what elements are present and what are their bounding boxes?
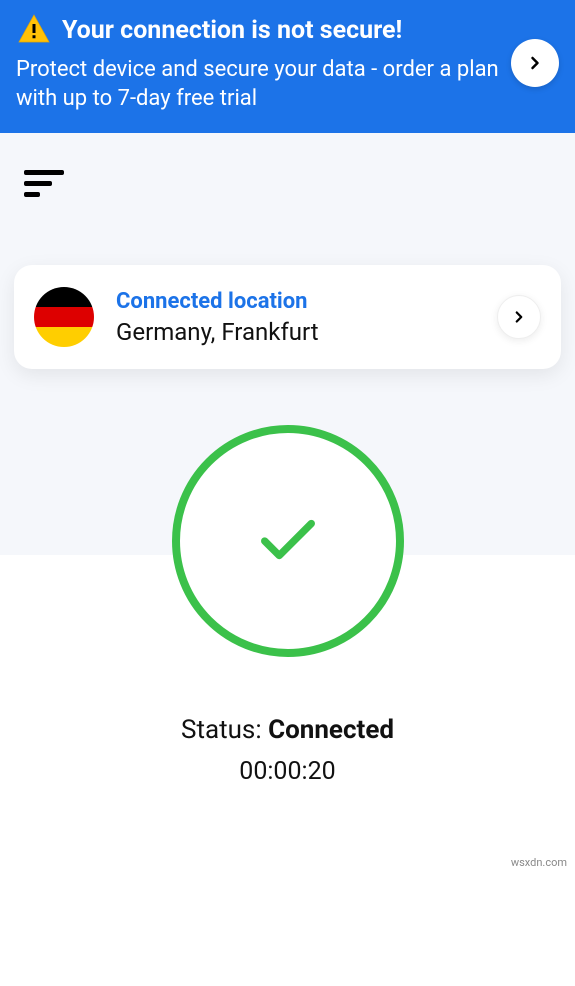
watermark: wsxdn.com xyxy=(511,856,567,869)
chevron-right-icon xyxy=(510,308,528,326)
location-card[interactable]: Connected location Germany, Frankfurt xyxy=(14,265,561,369)
menu-icon xyxy=(24,170,64,175)
status-text: Status: Connected xyxy=(181,715,394,745)
banner-content: Your connection is not secure! Protect d… xyxy=(16,12,499,113)
menu-button[interactable] xyxy=(24,161,74,205)
location-select-button[interactable] xyxy=(497,295,541,339)
banner-title: Your connection is not secure! xyxy=(62,16,402,45)
germany-flag-icon xyxy=(34,287,94,347)
warning-icon xyxy=(16,12,52,48)
chevron-right-icon xyxy=(525,53,545,73)
banner-subtitle: Protect device and secure your data - or… xyxy=(16,56,499,113)
location-value: Germany, Frankfurt xyxy=(116,318,475,346)
connection-timer: 00:00:20 xyxy=(239,757,335,786)
connection-indicator[interactable] xyxy=(172,425,404,657)
banner-action-button[interactable] xyxy=(511,39,559,87)
checkmark-icon xyxy=(253,506,323,576)
location-text: Connected location Germany, Frankfurt xyxy=(116,289,475,346)
status-value: Connected xyxy=(268,715,394,745)
location-label: Connected location xyxy=(116,289,475,314)
status-label: Status: xyxy=(181,715,268,745)
security-banner[interactable]: Your connection is not secure! Protect d… xyxy=(0,0,575,133)
